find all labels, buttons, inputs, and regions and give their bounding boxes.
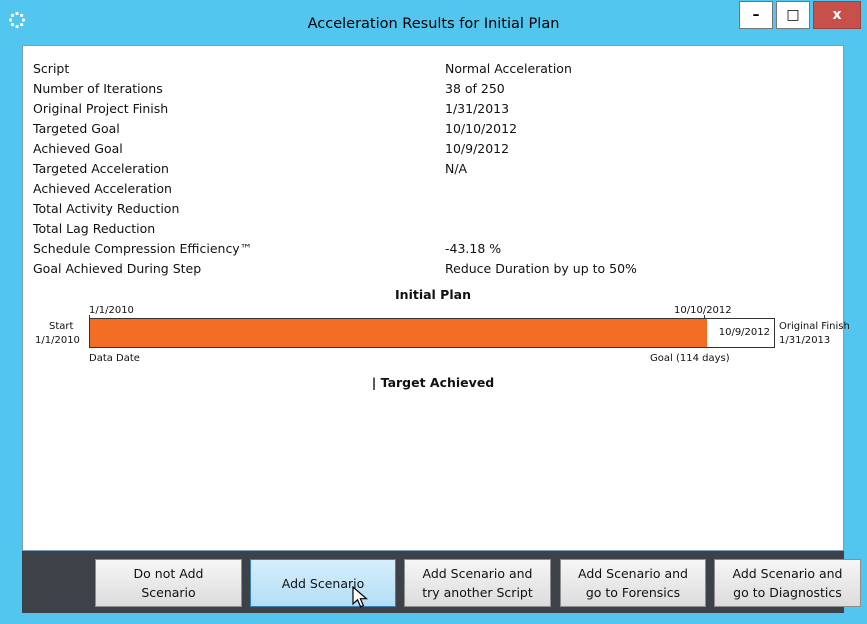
timeline-goal-date-top: 10/10/2012: [674, 305, 732, 316]
results-panel: Script Normal Acceleration Number of Ite…: [22, 45, 850, 551]
timeline-goal-label: Goal (114 days): [650, 353, 730, 364]
result-value: 1/31/2013: [445, 101, 510, 116]
timeline-achieved-date: 10/9/2012: [718, 327, 770, 338]
result-value: Normal Acceleration: [445, 61, 572, 76]
do-not-add-label: Do not Add Scenario: [133, 566, 204, 600]
result-label: Goal Achieved During Step: [33, 261, 202, 276]
add-try-script-label: Add Scenario and try another Script: [422, 566, 533, 600]
add-diagnostics-label: Add Scenario and go to Diagnostics: [732, 566, 843, 600]
window-title: Acceleration Results for Initial Plan: [307, 16, 560, 32]
timeline-bar-fill: [90, 319, 707, 347]
result-label: Achieved Acceleration: [33, 181, 172, 196]
result-label: Number of Iterations: [33, 81, 163, 96]
add-scenario-button[interactable]: Add Scenario: [250, 559, 396, 607]
result-value: 10/10/2012: [445, 121, 518, 136]
result-value: N/A: [445, 161, 468, 176]
result-label: Targeted Goal: [33, 121, 120, 136]
close-button[interactable]: x: [813, 1, 861, 29]
button-bar: Do not Add Scenario Add Scenario Add Scen…: [22, 551, 861, 613]
result-value: 10/9/2012: [445, 141, 510, 156]
result-label: Original Project Finish: [33, 101, 169, 116]
timeline-title: Initial Plan: [395, 287, 471, 302]
result-value: Reduce Duration by up to 50%: [445, 261, 637, 276]
add-diagnostics-button[interactable]: Add Scenario and go to Diagnostics: [714, 559, 861, 607]
result-label: Total Activity Reduction: [33, 201, 180, 216]
result-label: Achieved Goal: [33, 141, 123, 156]
mouse-pointer-icon: [352, 586, 368, 608]
window-controls: – □ x: [739, 1, 861, 29]
timeline-start-date: 1/1/2010: [35, 335, 80, 346]
add-forensics-label: Add Scenario and go to Forensics: [577, 566, 688, 600]
maximize-button[interactable]: □: [776, 1, 810, 29]
result-label: Total Lag Reduction: [33, 221, 156, 236]
result-value: -43.18 %: [445, 241, 502, 256]
add-forensics-button[interactable]: Add Scenario and go to Forensics: [560, 559, 706, 607]
do-not-add-button[interactable]: Do not Add Scenario: [95, 559, 242, 607]
status-text: | Target Achieved: [371, 375, 495, 390]
result-value: 38 of 250: [445, 81, 505, 96]
timeline-start-date-top: 1/1/2010: [89, 305, 134, 316]
result-label: Targeted Acceleration: [33, 161, 169, 176]
minimize-button[interactable]: –: [739, 1, 773, 29]
dialog-window: Acceleration Results for Initial Plan – …: [0, 0, 867, 624]
timeline-original-finish-date: 1/31/2013: [779, 335, 831, 346]
add-try-script-button[interactable]: Add Scenario and try another Script: [404, 559, 551, 607]
timeline-start-label: Start: [49, 321, 74, 332]
timeline-data-date-label: Data Date: [89, 353, 140, 364]
result-label: Script: [33, 61, 70, 76]
result-label: Schedule Compression Efficiency™: [33, 241, 253, 256]
timeline-original-finish-label: Original Finish: [779, 321, 850, 332]
title-bar[interactable]: Acceleration Results for Initial Plan – …: [0, 0, 867, 44]
timeline-bar: 10/9/2012: [89, 318, 775, 348]
